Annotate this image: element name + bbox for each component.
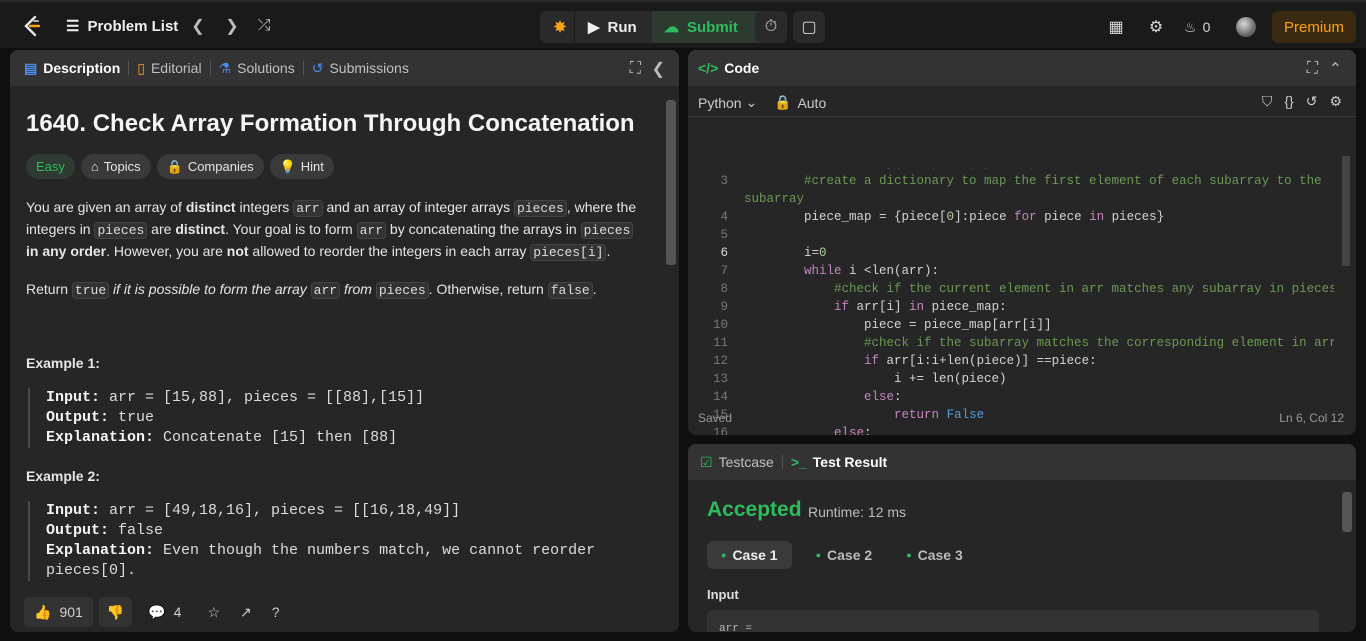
- flame-icon: ♨: [1184, 18, 1197, 35]
- help-icon[interactable]: ?: [272, 604, 280, 620]
- checkbox-icon: ☑: [700, 453, 713, 470]
- shuffle-icon[interactable]: ⤮: [252, 14, 276, 38]
- companies-chip[interactable]: 🔒 Companies: [156, 154, 264, 179]
- collapse-up-icon[interactable]: ⌃: [1329, 59, 1342, 79]
- collapse-icon[interactable]: ❮: [652, 59, 665, 79]
- runtime-text: Runtime: 12 ms: [808, 504, 907, 520]
- top-bar: ☰ Problem List ❮ ❯ ⤮ ✸ ▶ Run ☁ Submit ⏱ ▢ ▦…: [0, 0, 1366, 48]
- tab-test-result[interactable]: >_ Test Result: [791, 454, 887, 470]
- cursor-position: Ln 6, Col 12: [1279, 411, 1344, 425]
- braces-icon[interactable]: {}: [1284, 93, 1293, 110]
- premium-button[interactable]: Premium: [1272, 11, 1356, 43]
- example-1-title: Example 1:: [26, 355, 100, 371]
- description-panel: ▤ Description ▯ Editorial ⚗ Solutions ↺ Subm…: [10, 50, 679, 632]
- result-tabs: ☑ Testcase >_ Test Result: [688, 444, 1356, 480]
- share-icon[interactable]: ↗: [240, 604, 252, 621]
- paragraph-2: Return true if it is possible to form th…: [26, 281, 597, 299]
- debug-icon[interactable]: ✸: [546, 11, 574, 43]
- like-button[interactable]: 👍 901: [24, 597, 93, 627]
- code-editor[interactable]: def canFormArray(self, arr, pieces): 3 #…: [688, 168, 1334, 435]
- run-submit-group: ✸ ▶ Run ☁ Submit: [540, 11, 787, 43]
- result-panel: ☑ Testcase >_ Test Result Accepted Runtime…: [688, 444, 1356, 632]
- page-title: 1640. Check Array Formation Through Conc…: [26, 110, 635, 137]
- history-icon: ↺: [311, 59, 324, 76]
- play-icon: ▶: [588, 19, 600, 36]
- bookmark-icon[interactable]: ⛉: [1262, 93, 1273, 110]
- case-tabs: ● Case 1 ● Case 2 ● Case 3: [707, 541, 973, 569]
- input-value: arr =: [707, 610, 1319, 632]
- thumbs-up-icon: 👍: [34, 603, 52, 620]
- tab-solutions[interactable]: ⚗ Solutions: [219, 60, 295, 77]
- code-panel: </>Code ⛶ ⌃ Python⌄ 🔒Auto ⛉ {} ↺ ⚙ def canF…: [688, 50, 1356, 435]
- tab-testcase[interactable]: ☑ Testcase: [700, 454, 774, 471]
- case-3-tab[interactable]: ● Case 3: [896, 541, 973, 569]
- example-2-title: Example 2:: [26, 468, 100, 484]
- problem-list-button[interactable]: ☰ Problem List: [66, 12, 178, 40]
- comment-icon: 💬: [148, 603, 166, 620]
- run-button[interactable]: ▶ Run: [588, 11, 637, 43]
- settings-icon[interactable]: ⚙: [1329, 93, 1342, 110]
- example-1-block: Input: arr = [15,88], pieces = [[88],[15…: [28, 388, 646, 448]
- scrollbar[interactable]: [666, 100, 676, 265]
- dislike-button[interactable]: 👎: [98, 597, 133, 627]
- next-problem-button[interactable]: ❯: [220, 14, 244, 38]
- upload-cloud-icon: ☁: [664, 19, 679, 36]
- avatar[interactable]: [1236, 17, 1256, 37]
- comments-button[interactable]: 💬 4: [148, 604, 181, 621]
- save-status: Saved: [698, 411, 733, 425]
- code-header: </> Code ⛶ ⌃: [688, 50, 1356, 86]
- case-1-tab[interactable]: ● Case 1: [707, 541, 792, 569]
- description-tabs: ▤ Description ▯ Editorial ⚗ Solutions ↺ Subm…: [10, 50, 679, 86]
- example-2-block: Input: arr = [49,18,16], pieces = [[16,1…: [28, 501, 646, 581]
- case-2-tab[interactable]: ● Case 2: [806, 541, 883, 569]
- result-scrollbar[interactable]: [1342, 492, 1352, 532]
- input-label: Input: [707, 587, 739, 602]
- prev-problem-button[interactable]: ❮: [186, 14, 210, 38]
- star-icon[interactable]: ☆: [207, 604, 220, 621]
- leetcode-logo-icon[interactable]: [18, 12, 46, 40]
- hint-chip[interactable]: 💡 Hint: [269, 154, 334, 179]
- bottom-action-bar: 👍 901 👎 💬 4 ☆ ↗ ?: [10, 592, 679, 632]
- problem-description: 1640. Check Array Formation Through Conc…: [26, 86, 646, 581]
- maximize-icon[interactable]: ⛶: [1307, 60, 1318, 78]
- lock-icon: 🔒: [774, 94, 792, 110]
- language-select[interactable]: Python ⌄: [698, 94, 757, 111]
- flask-icon: ⚗: [218, 59, 232, 76]
- tag-chips: Easy ⌂ Topics 🔒 Companies 💡 Hint: [26, 154, 646, 179]
- code-icon: </>: [698, 60, 719, 76]
- chevron-down-icon: ⌄: [745, 94, 758, 110]
- book-icon: ▯: [137, 59, 145, 76]
- timer-icon[interactable]: ⏱: [755, 11, 787, 43]
- notes-icon[interactable]: ▢: [793, 11, 825, 43]
- streak-counter[interactable]: ♨ 0: [1184, 17, 1210, 37]
- auto-mode[interactable]: 🔒 Auto: [774, 94, 826, 111]
- paragraph-1: You are given an array of distinct integ…: [26, 199, 637, 261]
- lock-icon: 🔒: [166, 159, 183, 174]
- status-badge: Accepted: [707, 498, 802, 521]
- topics-chip[interactable]: ⌂ Topics: [80, 154, 151, 179]
- difficulty-badge[interactable]: Easy: [26, 154, 75, 179]
- tab-description[interactable]: ▤ Description: [24, 60, 120, 77]
- tab-code[interactable]: </> Code: [698, 60, 759, 76]
- editor-scrollbar[interactable]: [1342, 156, 1350, 266]
- thumbs-down-icon: 👎: [106, 603, 125, 620]
- maximize-icon[interactable]: ⛶: [630, 60, 641, 78]
- layout-icon[interactable]: ▦: [1106, 17, 1126, 37]
- tab-submissions[interactable]: ↺ Submissions: [312, 60, 409, 77]
- editor-tools: ⛉ {} ↺ ⚙: [1262, 93, 1342, 110]
- list-icon: ☰: [66, 18, 80, 35]
- tag-icon: ⌂: [90, 159, 99, 174]
- settings-gear-icon[interactable]: ⚙: [1146, 17, 1166, 37]
- terminal-icon: >_: [790, 454, 807, 470]
- document-icon: ▤: [24, 59, 38, 76]
- lightbulb-icon: 💡: [279, 159, 296, 174]
- tab-editorial[interactable]: ▯ Editorial: [137, 60, 201, 77]
- undo-icon[interactable]: ↺: [1306, 93, 1318, 110]
